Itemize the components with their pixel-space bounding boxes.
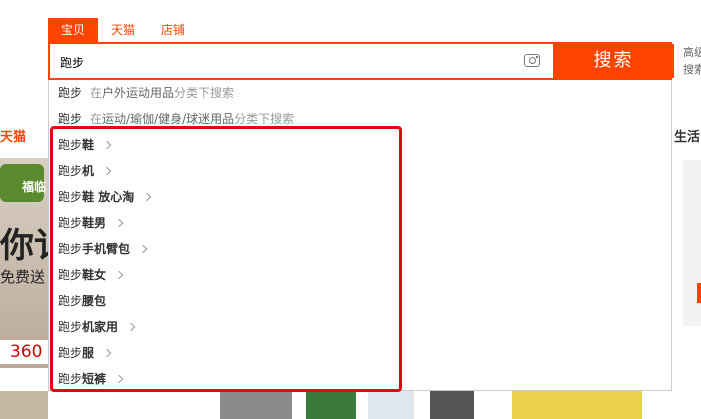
suggestion-extra: 机家用	[82, 320, 119, 334]
bg-product-strip-4[interactable]	[368, 391, 414, 419]
bg-life-heading: 生活	[674, 130, 701, 145]
suggestion-base: 跑步	[58, 190, 83, 204]
chevron-right-icon	[114, 270, 124, 280]
suggestion-item[interactable]: 跑步鞋	[49, 132, 671, 158]
chevron-right-icon	[114, 374, 124, 384]
suggestion-base: 跑步	[58, 346, 83, 360]
suggestion-base: 跑步	[58, 294, 83, 308]
bg-product-strip-2[interactable]	[220, 391, 292, 419]
bg-product-strip-6[interactable]	[512, 391, 642, 419]
bg-product-strip-3[interactable]	[306, 391, 356, 419]
advanced-search-line2: 搜索	[683, 63, 701, 76]
suggestion-base: 跑步	[58, 372, 83, 386]
suggestion-query: 跑步	[58, 86, 83, 100]
suggestion-suffix: 分类下搜索	[174, 86, 235, 100]
suggestion-item[interactable]: 跑步腰包	[49, 288, 671, 314]
search-suggestions: 跑步 在户外运动用品分类下搜索 跑步 在运动/瑜伽/健身/球迷用品分类下搜索 跑步鞋…	[48, 80, 672, 391]
suggestion-base: 跑步	[58, 164, 83, 178]
suggestion-prefix: 在	[90, 86, 103, 100]
bg-tmall-heading: 天猫	[0, 130, 27, 145]
advanced-search-line1: 高级	[683, 46, 701, 59]
bg-right-accent	[697, 283, 701, 303]
advanced-search-link[interactable]: 高级 搜索	[683, 44, 701, 78]
suggestion-category: 户外运动用品	[102, 86, 175, 100]
banner-price: 360	[0, 340, 48, 364]
suggestion-extra: 手机臂包	[82, 242, 131, 256]
suggestion-base: 跑步	[58, 242, 83, 256]
suggestion-base: 跑步	[58, 268, 83, 282]
suggestion-item[interactable]: 跑步鞋男	[49, 210, 671, 236]
search-bar: 搜索	[48, 42, 674, 80]
chevron-right-icon	[138, 244, 148, 254]
suggestion-extra: 鞋女	[82, 268, 107, 282]
banner-logo: 福临	[22, 180, 47, 194]
chevron-right-icon	[102, 348, 112, 358]
search-tabs: 宝贝 天猫 店铺	[48, 18, 198, 42]
bg-promo-banner[interactable]: 福临 你讠 免费送 360	[0, 158, 48, 368]
suggestion-prefix: 在	[90, 112, 103, 126]
search-input[interactable]	[50, 44, 562, 80]
suggestion-base: 跑步	[58, 216, 83, 230]
suggestion-extra: 鞋 放心淘	[82, 190, 135, 204]
camera-icon[interactable]	[524, 54, 540, 67]
suggestion-extra: 服	[82, 346, 95, 360]
suggestion-suffix: 分类下搜索	[234, 112, 295, 126]
suggestion-item[interactable]: 跑步机	[49, 158, 671, 184]
chevron-right-icon	[102, 166, 112, 176]
suggestion-extra: 腰包	[82, 294, 107, 308]
chevron-right-icon	[126, 322, 136, 332]
chevron-right-icon	[142, 192, 152, 202]
tab-baobei[interactable]: 宝贝	[48, 18, 99, 42]
suggestion-item[interactable]: 跑步手机臂包	[49, 236, 671, 262]
suggestion-base: 跑步	[58, 320, 83, 334]
suggestion-item[interactable]: 跑步鞋女	[49, 262, 671, 288]
banner-free-text: 免费送	[0, 268, 46, 286]
banner-headline: 你讠	[0, 226, 48, 266]
suggestion-extra: 短裤	[82, 372, 107, 386]
suggestion-base: 跑步	[58, 138, 83, 152]
bg-product-strip-1[interactable]	[0, 391, 48, 419]
suggestion-item[interactable]: 跑步短裤	[49, 366, 671, 392]
suggestion-item[interactable]: 跑步鞋 放心淘	[49, 184, 671, 210]
suggestion-extra: 鞋男	[82, 216, 107, 230]
suggestion-item[interactable]: 跑步机家用	[49, 314, 671, 340]
suggestion-extra: 机	[82, 164, 95, 178]
search-button[interactable]: 搜索	[553, 44, 674, 78]
suggestion-item[interactable]: 跑步服	[49, 340, 671, 366]
category-suggestion[interactable]: 跑步 在运动/瑜伽/健身/球迷用品分类下搜索	[49, 106, 671, 132]
suggestion-query: 跑步	[58, 112, 83, 126]
bg-product-strip-5[interactable]	[430, 391, 474, 419]
tab-tmall[interactable]: 天猫	[98, 18, 148, 42]
suggestion-category: 运动/瑜伽/健身/球迷用品	[102, 112, 235, 126]
chevron-right-icon	[114, 218, 124, 228]
chevron-right-icon	[102, 140, 112, 150]
suggestion-extra: 鞋	[82, 138, 95, 152]
tab-shop[interactable]: 店铺	[148, 18, 198, 42]
category-suggestion[interactable]: 跑步 在户外运动用品分类下搜索	[49, 80, 671, 106]
